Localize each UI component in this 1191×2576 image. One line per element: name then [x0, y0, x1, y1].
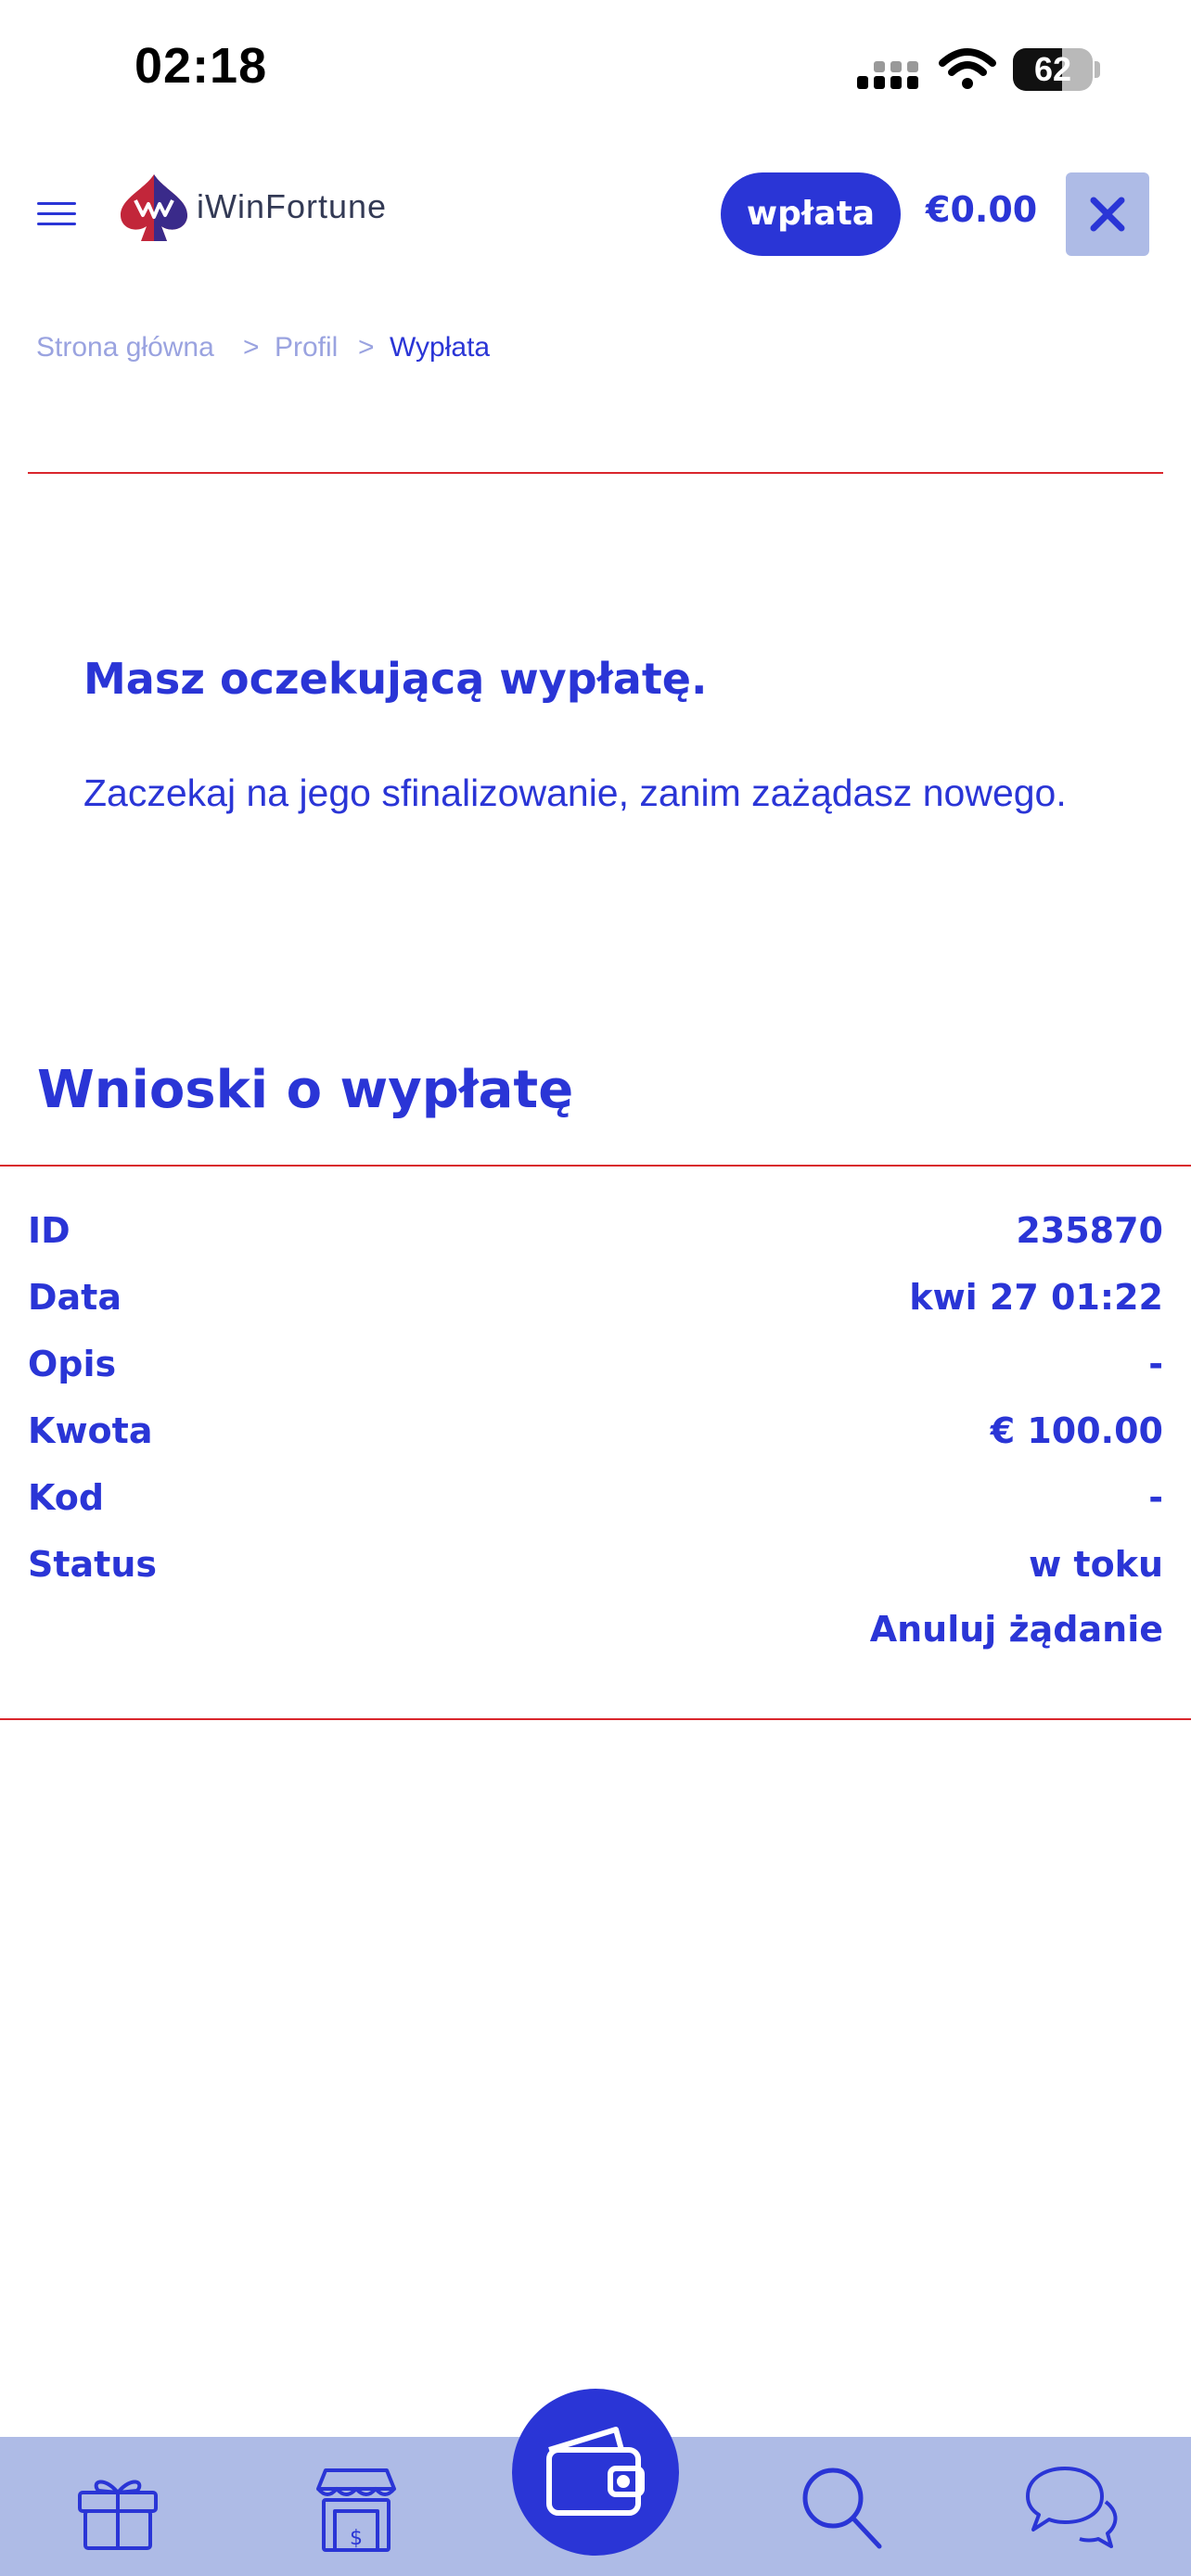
gift-icon[interactable] [67, 2457, 169, 2559]
pending-notice-title: Masz oczekującą wypłatę. [83, 654, 708, 704]
close-button[interactable] [1066, 172, 1149, 256]
battery-icon: 62 [1013, 48, 1102, 91]
row-label-status: Status [28, 1544, 158, 1585]
wifi-icon [939, 48, 996, 89]
row-value-id: 235870 [1016, 1210, 1163, 1251]
search-icon[interactable] [790, 2457, 892, 2559]
row-value-status: w toku [1029, 1544, 1163, 1585]
brand-name[interactable]: iWinFortune [197, 187, 387, 226]
row-label-id: ID [28, 1210, 70, 1251]
brand-logo-icon[interactable] [117, 172, 191, 243]
row-label-description: Opis [28, 1344, 117, 1384]
svg-text:$: $ [350, 2527, 363, 2550]
battery-percent: 62 [1033, 50, 1072, 88]
row-value-date: kwi 27 01:22 [909, 1277, 1163, 1318]
divider [0, 1165, 1191, 1167]
pending-notice-text: Zaczekaj na jego sfinalizowanie, zanim z… [83, 772, 1067, 814]
wallet-icon [546, 2427, 645, 2516]
status-time: 02:18 [134, 38, 268, 94]
breadcrumb-separator: > [358, 332, 375, 363]
row-value-amount: € 100.00 [990, 1410, 1163, 1451]
wallet-button[interactable] [512, 2389, 679, 2556]
cancel-request-button[interactable]: Anuluj żądanie [870, 1609, 1163, 1650]
row-label-code: Kod [28, 1477, 105, 1518]
divider [0, 1718, 1191, 1720]
breadcrumb-profile[interactable]: Profil [275, 332, 338, 363]
divider [28, 472, 1163, 474]
cellular-signal-icon [857, 61, 918, 89]
breadcrumb-separator: > [243, 332, 260, 363]
hamburger-menu-icon[interactable] [37, 202, 82, 226]
row-value-description: - [1148, 1344, 1163, 1384]
balance-display: €0.00 [926, 189, 1038, 230]
breadcrumb-home[interactable]: Strona główna [36, 332, 214, 363]
row-value-code: - [1148, 1477, 1163, 1518]
breadcrumb-current: Wypłata [390, 332, 491, 363]
chat-icon[interactable] [1020, 2457, 1122, 2559]
row-label-date: Data [28, 1277, 122, 1318]
deposit-button[interactable]: wpłata [721, 172, 901, 256]
close-icon [1090, 197, 1125, 232]
withdrawals-title: Wnioski o wypłatę [37, 1060, 574, 1120]
shop-icon[interactable]: $ [305, 2457, 407, 2559]
row-label-amount: Kwota [28, 1410, 153, 1451]
